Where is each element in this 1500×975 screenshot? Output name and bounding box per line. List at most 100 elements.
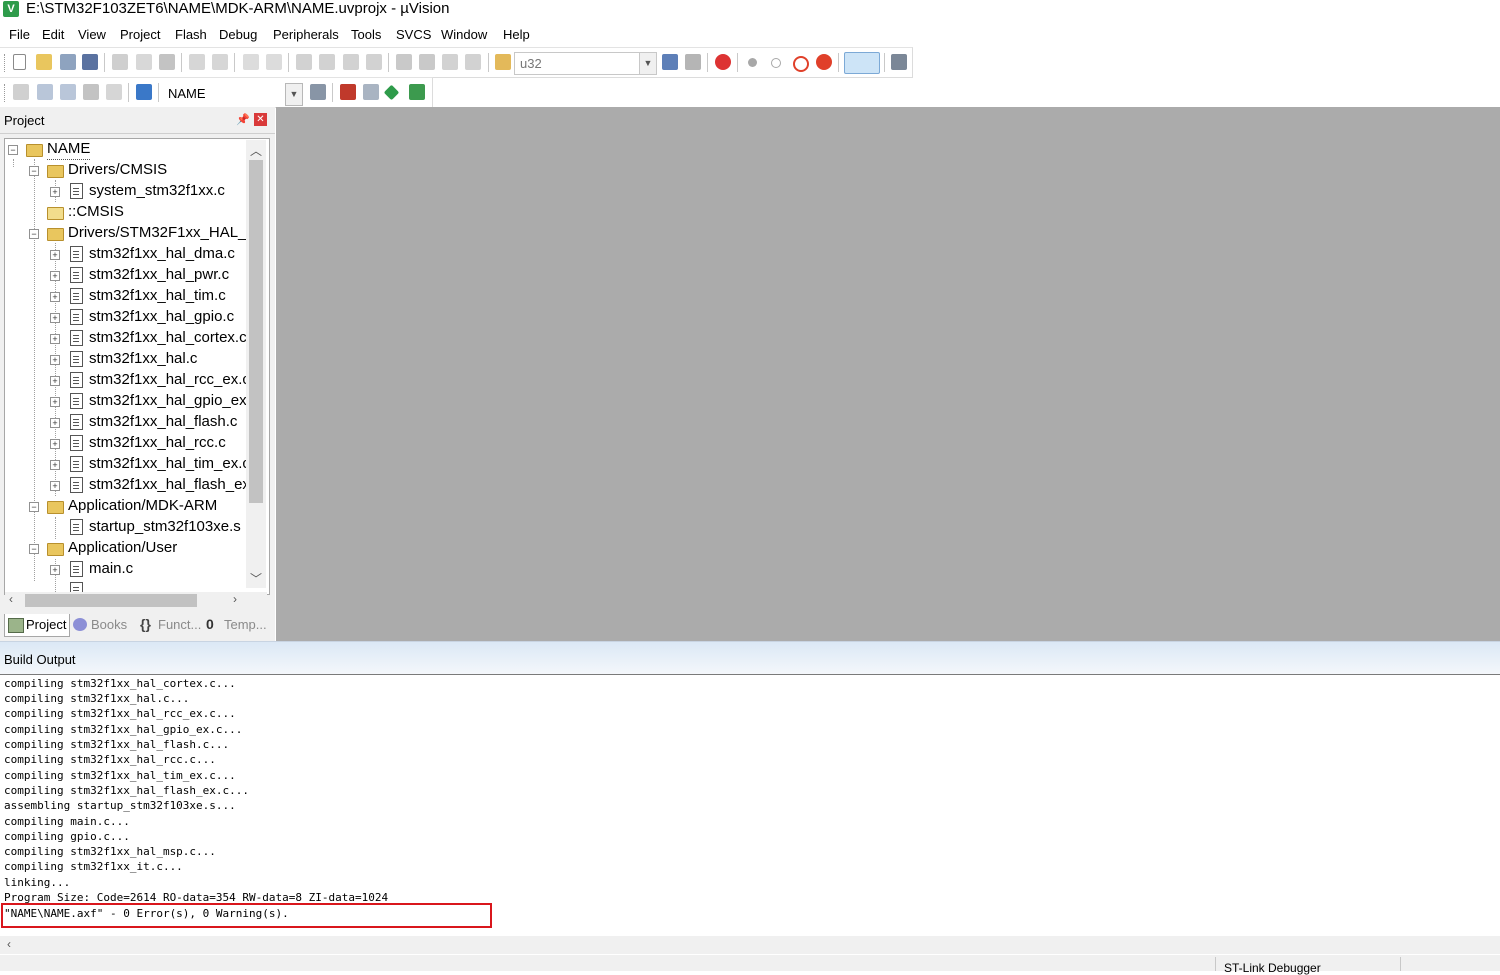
chevron-down-icon[interactable]: ▼ [285, 83, 303, 106]
clear-bookmarks-icon[interactable] [366, 54, 382, 70]
download-icon[interactable] [136, 84, 152, 100]
find-in-files-icon[interactable] [495, 54, 511, 70]
tab-functions[interactable]: {} Funct... [137, 614, 201, 636]
build-result-highlight [1, 903, 492, 928]
expand-icon[interactable]: + [50, 313, 60, 323]
options-for-target-icon[interactable] [310, 84, 326, 100]
expand-icon[interactable]: + [50, 334, 60, 344]
menu-edit[interactable]: Edit [42, 27, 64, 42]
build-output-line: linking... [4, 876, 71, 889]
incremental-find-icon[interactable] [662, 54, 678, 70]
toolbar-grip[interactable] [4, 54, 8, 72]
menu-view[interactable]: View [78, 27, 106, 42]
chevron-left-icon[interactable]: ‹ [9, 592, 13, 606]
scroll-thumb[interactable] [25, 594, 197, 607]
menu-debug[interactable]: Debug [219, 27, 257, 42]
disable-all-breakpoints-icon[interactable] [793, 56, 809, 72]
configure-icon[interactable] [685, 54, 701, 70]
close-icon[interactable]: ✕ [254, 113, 267, 126]
manage-rte-icon[interactable] [409, 84, 425, 100]
menu-help[interactable]: Help [503, 27, 530, 42]
new-file-icon[interactable] [13, 54, 26, 70]
rebuild-icon[interactable] [60, 84, 76, 100]
expand-icon[interactable]: + [50, 439, 60, 449]
unindent-icon[interactable] [419, 54, 435, 70]
file-icon [70, 309, 83, 325]
toolbar-separator [707, 53, 708, 72]
insert-bookmark-icon[interactable] [296, 54, 312, 70]
collapse-icon[interactable]: − [29, 502, 39, 512]
navigate-back-icon[interactable] [243, 54, 259, 70]
pack-installer-icon[interactable] [383, 84, 400, 101]
menu-window[interactable]: Window [441, 27, 487, 42]
save-all-icon[interactable] [82, 54, 98, 70]
menu-project[interactable]: Project [120, 27, 160, 42]
toolbar-separator [288, 53, 289, 72]
scroll-thumb[interactable] [249, 160, 263, 503]
collapse-icon[interactable]: − [8, 145, 18, 155]
expand-icon[interactable]: + [50, 481, 60, 491]
navigate-forward-icon[interactable] [266, 54, 282, 70]
expand-icon[interactable]: + [50, 376, 60, 386]
expand-icon[interactable]: + [50, 250, 60, 260]
toolbar-grip[interactable] [4, 84, 8, 102]
tab-label: Books [91, 617, 128, 632]
chevron-left-icon[interactable]: ‹ [7, 937, 11, 951]
expand-icon[interactable]: + [50, 397, 60, 407]
expand-icon[interactable]: + [50, 565, 60, 575]
previous-bookmark-icon[interactable] [319, 54, 335, 70]
build-icon[interactable] [37, 84, 53, 100]
copy-icon[interactable] [136, 54, 152, 70]
chevron-up-icon[interactable]: ︿ [250, 142, 262, 159]
expand-icon[interactable]: + [50, 460, 60, 470]
collapse-icon[interactable]: − [29, 229, 39, 239]
stop-build-icon[interactable] [106, 84, 122, 100]
comment-icon[interactable] [442, 54, 458, 70]
menu-peripherals[interactable]: Peripherals [273, 27, 339, 42]
expand-icon[interactable]: + [50, 292, 60, 302]
chevron-down-icon[interactable]: ﹀ [250, 570, 262, 587]
undo-icon[interactable] [189, 54, 205, 70]
save-icon[interactable] [60, 54, 76, 70]
tab-templates[interactable]: 0 Temp... [203, 614, 269, 636]
tree-vertical-scrollbar[interactable]: ︿ ﹀ [246, 140, 266, 588]
manage-project-items-icon[interactable] [340, 84, 356, 100]
start-debug-icon[interactable] [715, 54, 731, 70]
select-software-packs-icon[interactable] [363, 84, 379, 100]
tab-project[interactable]: Project [4, 614, 70, 637]
find-combo[interactable]: u32 ▼ [514, 52, 657, 75]
menu-tools[interactable]: Tools [351, 27, 381, 42]
target-select[interactable]: NAME ▼ [162, 82, 304, 106]
tab-books[interactable]: Books [70, 614, 132, 636]
cut-icon[interactable] [112, 54, 128, 70]
redo-icon[interactable] [212, 54, 228, 70]
tools-icon[interactable] [891, 54, 907, 70]
output-horizontal-scrollbar[interactable]: ‹ [0, 936, 1500, 954]
menu-flash[interactable]: Flash [175, 27, 207, 42]
breakpoint-icon[interactable] [748, 58, 757, 67]
window-layout-icon[interactable] [844, 52, 880, 74]
collapse-icon[interactable]: − [29, 166, 39, 176]
disable-breakpoint-icon[interactable] [771, 58, 781, 68]
expand-icon[interactable]: + [50, 418, 60, 428]
collapse-icon[interactable]: − [29, 544, 39, 554]
translate-icon[interactable] [13, 84, 29, 100]
expand-icon[interactable]: + [50, 355, 60, 365]
indent-icon[interactable] [396, 54, 412, 70]
pin-icon[interactable]: 📌 [236, 114, 250, 126]
expand-icon[interactable]: + [50, 187, 60, 197]
chevron-right-icon[interactable]: › [233, 592, 237, 606]
chevron-down-icon[interactable]: ▼ [639, 53, 656, 74]
tree-node-label: stm32f1xx_hal_gpio_ex [89, 392, 247, 409]
expand-icon[interactable]: + [50, 271, 60, 281]
uncomment-icon[interactable] [465, 54, 481, 70]
tree-horizontal-scrollbar[interactable]: ‹ › [5, 592, 267, 609]
paste-icon[interactable] [159, 54, 175, 70]
next-bookmark-icon[interactable] [343, 54, 359, 70]
open-file-icon[interactable] [36, 54, 52, 70]
build-output-header: Build Output [0, 641, 1500, 674]
kill-breakpoints-icon[interactable] [816, 54, 832, 70]
batch-build-icon[interactable] [83, 84, 99, 100]
menu-svcs[interactable]: SVCS [396, 27, 431, 42]
menu-file[interactable]: File [9, 27, 30, 42]
